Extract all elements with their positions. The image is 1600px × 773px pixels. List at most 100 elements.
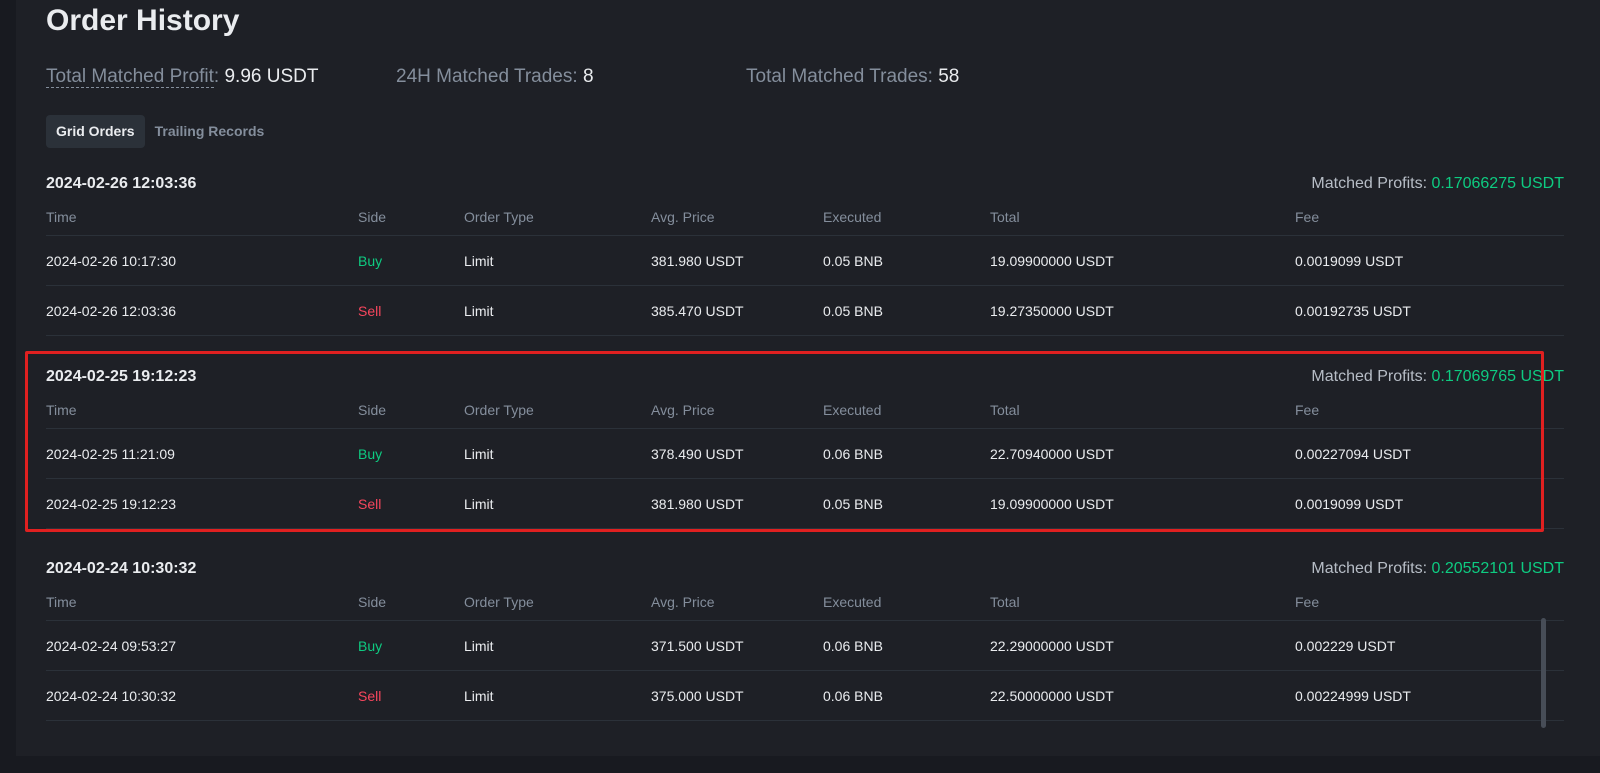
cell-side: Sell bbox=[358, 303, 382, 319]
column-header-time: Time bbox=[46, 594, 77, 610]
column-header-time: Time bbox=[46, 402, 77, 418]
colon: : bbox=[213, 66, 225, 87]
page-title: Order History bbox=[46, 4, 240, 37]
cell-side: Sell bbox=[358, 688, 382, 704]
table-header-row: Time Side Order Type Avg. Price Executed Tota… bbox=[46, 590, 1564, 621]
cell-side: Sell bbox=[358, 496, 382, 512]
cell-avg-price: 381.980 USDT bbox=[651, 253, 744, 269]
cell-time: 2024-02-26 10:17:30 bbox=[46, 253, 176, 269]
tab-grid-orders[interactable]: Grid Orders bbox=[46, 115, 145, 148]
cell-side: Buy bbox=[358, 253, 383, 269]
order-tabs: Grid Orders Trailing Records bbox=[46, 115, 274, 148]
column-header-time: Time bbox=[46, 209, 77, 225]
total-matched-trades-value: 58 bbox=[938, 66, 960, 87]
column-header-executed: Executed bbox=[823, 402, 882, 418]
table-header-row: Time Side Order Type Avg. Price Executed Tota… bbox=[46, 205, 1564, 236]
cell-order-type: Limit bbox=[464, 638, 494, 654]
cell-executed: 0.06 BNB bbox=[823, 446, 883, 462]
column-header-fee: Fee bbox=[1295, 209, 1320, 225]
cell-time: 2024-02-25 19:12:23 bbox=[46, 496, 176, 512]
table-row: 2024-02-26 12:03:36 Sell Limit 385.470 USDT… bbox=[46, 286, 1564, 336]
matched-profits-value: 0.17069765 USDT bbox=[1431, 368, 1564, 385]
table-row: 2024-02-25 19:12:23 Sell Limit 381.980 USDT… bbox=[46, 479, 1564, 529]
column-header-fee: Fee bbox=[1295, 594, 1320, 610]
table-row: 2024-02-26 10:17:30 Buy Limit 381.980 USDT 0… bbox=[46, 236, 1564, 286]
cell-fee: 0.00192735 USDT bbox=[1295, 303, 1411, 319]
cell-order-type: Limit bbox=[464, 303, 494, 319]
24h-matched-trades: 24H Matched Trades: 8 bbox=[396, 66, 594, 88]
total-matched-trades: Total Matched Trades: 58 bbox=[746, 66, 959, 88]
cell-fee: 0.0019099 USDT bbox=[1295, 496, 1404, 512]
column-header-side: Side bbox=[358, 209, 387, 225]
matched-profits-label: Matched Profits: bbox=[1311, 560, 1432, 577]
column-header-order-type: Order Type bbox=[464, 594, 534, 610]
cell-executed: 0.05 BNB bbox=[823, 496, 883, 512]
cell-side: Buy bbox=[358, 638, 383, 654]
matched-profits-value: 0.17066275 USDT bbox=[1431, 175, 1564, 192]
group-matched-profits: Matched Profits: 0.17069765 USDT bbox=[1311, 368, 1564, 386]
cell-order-type: Limit bbox=[464, 253, 494, 269]
column-header-order-type: Order Type bbox=[464, 402, 534, 418]
group-date: 2024-02-26 12:03:36 bbox=[46, 175, 197, 192]
table-row: 2024-02-24 10:30:32 Sell Limit 375.000 USDT… bbox=[46, 671, 1564, 721]
cell-order-type: Limit bbox=[464, 446, 494, 462]
group-matched-profits: Matched Profits: 0.17066275 USDT bbox=[1311, 175, 1564, 193]
column-header-avg-price: Avg. Price bbox=[651, 402, 715, 418]
cell-avg-price: 378.490 USDT bbox=[651, 446, 744, 462]
total-matched-profit: Total Matched Profit: 9.96 USDT bbox=[46, 66, 318, 88]
group-matched-profits: Matched Profits: 0.20552101 USDT bbox=[1311, 560, 1564, 578]
table-header-row: Time Side Order Type Avg. Price Executed Tota… bbox=[46, 398, 1564, 429]
matched-profits-value: 0.20552101 USDT bbox=[1431, 560, 1564, 577]
cell-executed: 0.05 BNB bbox=[823, 303, 883, 319]
cell-total: 19.09900000 USDT bbox=[990, 253, 1114, 269]
cell-total: 22.50000000 USDT bbox=[990, 688, 1114, 704]
cell-time: 2024-02-26 12:03:36 bbox=[46, 303, 176, 319]
cell-time: 2024-02-24 09:53:27 bbox=[46, 638, 176, 654]
cell-avg-price: 385.470 USDT bbox=[651, 303, 744, 319]
matched-profits-label: Matched Profits: bbox=[1311, 175, 1432, 192]
total-matched-profit-value: 9.96 USDT bbox=[224, 66, 319, 87]
matched-profits-label: Matched Profits: bbox=[1311, 368, 1432, 385]
group-date: 2024-02-24 10:30:32 bbox=[46, 560, 197, 577]
total-matched-trades-label: Total Matched Trades: bbox=[746, 66, 939, 87]
scrollbar[interactable] bbox=[1541, 618, 1546, 728]
column-header-total: Total bbox=[990, 594, 1020, 610]
cell-avg-price: 375.000 USDT bbox=[651, 688, 744, 704]
cell-fee: 0.0019099 USDT bbox=[1295, 253, 1404, 269]
cell-order-type: Limit bbox=[464, 496, 494, 512]
column-header-fee: Fee bbox=[1295, 402, 1320, 418]
cell-fee: 0.00227094 USDT bbox=[1295, 446, 1411, 462]
cell-side: Buy bbox=[358, 446, 383, 462]
cell-avg-price: 371.500 USDT bbox=[651, 638, 744, 654]
cell-time: 2024-02-24 10:30:32 bbox=[46, 688, 176, 704]
column-header-side: Side bbox=[358, 402, 387, 418]
column-header-executed: Executed bbox=[823, 594, 882, 610]
column-header-order-type: Order Type bbox=[464, 209, 534, 225]
column-header-avg-price: Avg. Price bbox=[651, 209, 715, 225]
table-row: 2024-02-24 09:53:27 Buy Limit 371.500 USDT 0… bbox=[46, 621, 1564, 671]
total-matched-profit-label[interactable]: Total Matched Profit bbox=[46, 66, 214, 88]
cell-executed: 0.06 BNB bbox=[823, 638, 883, 654]
24h-matched-trades-value: 8 bbox=[582, 66, 594, 87]
column-header-total: Total bbox=[990, 209, 1020, 225]
cell-fee: 0.002229 USDT bbox=[1295, 638, 1396, 654]
cell-order-type: Limit bbox=[464, 688, 494, 704]
column-header-side: Side bbox=[358, 594, 387, 610]
group-header: 2024-02-26 12:03:36 Matched Profits: 0.17… bbox=[46, 175, 1564, 201]
column-header-avg-price: Avg. Price bbox=[651, 594, 715, 610]
cell-total: 19.27350000 USDT bbox=[990, 303, 1114, 319]
tab-trailing-records[interactable]: Trailing Records bbox=[145, 115, 275, 148]
column-header-executed: Executed bbox=[823, 209, 882, 225]
cell-executed: 0.05 BNB bbox=[823, 253, 883, 269]
cell-time: 2024-02-25 11:21:09 bbox=[46, 446, 175, 462]
cell-total: 19.09900000 USDT bbox=[990, 496, 1114, 512]
group-header: 2024-02-25 19:12:23 Matched Profits: 0.17… bbox=[46, 368, 1564, 394]
cell-total: 22.29000000 USDT bbox=[990, 638, 1114, 654]
24h-matched-trades-label: 24H Matched Trades: bbox=[396, 66, 583, 87]
cell-executed: 0.06 BNB bbox=[823, 688, 883, 704]
table-row: 2024-02-25 11:21:09 Buy Limit 378.490 USDT 0… bbox=[46, 429, 1564, 479]
column-header-total: Total bbox=[990, 402, 1020, 418]
panel-bottom-edge bbox=[0, 756, 1600, 773]
group-header: 2024-02-24 10:30:32 Matched Profits: 0.20… bbox=[46, 560, 1564, 586]
cell-avg-price: 381.980 USDT bbox=[651, 496, 744, 512]
